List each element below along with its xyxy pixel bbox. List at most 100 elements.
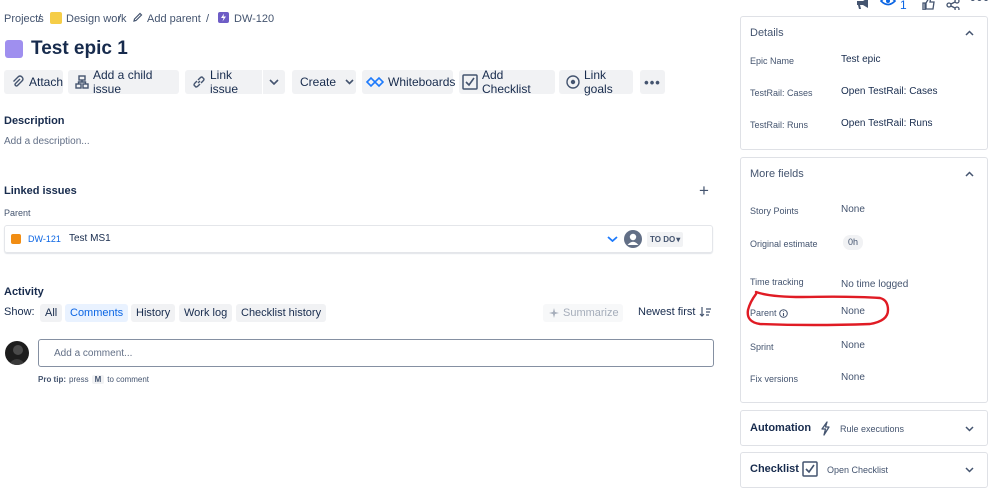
activity-heading: Activity bbox=[4, 286, 44, 298]
show-filter-label: Show: bbox=[4, 306, 35, 318]
issue-type-icon bbox=[11, 234, 21, 244]
original-estimate-value[interactable]: 0h bbox=[843, 235, 864, 250]
share-icon[interactable] bbox=[946, 0, 960, 10]
sort-descending-icon bbox=[699, 307, 712, 317]
breadcrumb-add-parent[interactable]: Add parent bbox=[147, 13, 201, 25]
add-linked-issue-plus-icon[interactable]: + bbox=[699, 182, 709, 199]
linked-issue-row[interactable]: DW-121 Test MS1 TO DO▾ bbox=[4, 225, 713, 253]
description-input[interactable]: Add a description... bbox=[4, 136, 90, 147]
more-fields-panel: More fields Story Points None Original e… bbox=[740, 157, 988, 403]
add-child-issue-button[interactable]: Add a child issue bbox=[68, 68, 179, 96]
add-child-issue-label: Add a child issue bbox=[93, 68, 153, 96]
lightning-bolt-icon bbox=[820, 421, 831, 436]
goal-target-icon bbox=[566, 75, 580, 89]
pro-tip: Pro tip: press M to comment bbox=[38, 375, 149, 384]
add-checklist-button[interactable]: Add Checklist bbox=[459, 68, 555, 96]
child-issue-icon bbox=[75, 75, 89, 89]
testrail-runs-label: TestRail: Runs bbox=[750, 120, 809, 130]
automation-panel[interactable]: Automation Rule executions bbox=[740, 410, 988, 446]
add-checklist-label: Add Checklist bbox=[482, 68, 531, 96]
thumbs-up-icon[interactable] bbox=[922, 0, 935, 10]
more-toolbar-button[interactable]: ••• bbox=[640, 70, 665, 94]
testrail-cases-link[interactable]: Open TestRail: Cases bbox=[841, 86, 938, 97]
attach-label: Attach bbox=[29, 75, 64, 89]
link-issue-dropdown-button[interactable] bbox=[263, 70, 285, 94]
rule-executions-link[interactable]: Rule executions bbox=[840, 424, 904, 434]
tab-history[interactable]: History bbox=[131, 304, 176, 322]
linked-issue-summary[interactable]: Test MS1 bbox=[69, 233, 111, 244]
original-estimate-label: Original estimate bbox=[750, 239, 818, 249]
story-points-value[interactable]: None bbox=[841, 204, 865, 215]
tab-all[interactable]: All bbox=[40, 304, 63, 322]
design-work-project-icon bbox=[50, 12, 62, 24]
assignee-avatar-icon[interactable] bbox=[624, 230, 642, 248]
tab-comments[interactable]: Comments bbox=[65, 304, 129, 322]
open-checklist-link[interactable]: Open Checklist bbox=[827, 465, 888, 475]
link-icon bbox=[192, 75, 206, 89]
tab-work-log[interactable]: Work log bbox=[179, 304, 233, 322]
breadcrumb-issue-key[interactable]: DW-120 bbox=[234, 13, 274, 25]
link-goals-button[interactable]: Link goals bbox=[559, 68, 633, 96]
attach-button[interactable]: Attach bbox=[4, 70, 63, 94]
status-label: TO DO bbox=[650, 235, 676, 244]
link-issue-label: Link issue bbox=[210, 68, 239, 96]
automation-heading: Automation bbox=[750, 422, 812, 434]
testrail-runs-link[interactable]: Open TestRail: Runs bbox=[841, 118, 933, 129]
link-issue-button[interactable]: Link issue bbox=[185, 68, 262, 96]
watch-count[interactable]: 1 bbox=[900, 0, 907, 12]
testrail-runs-value: TestRail: Runs bbox=[868, 118, 933, 129]
linked-issues-heading: Linked issues bbox=[4, 185, 77, 197]
create-label: Create bbox=[300, 75, 337, 89]
red-annotation-circle bbox=[746, 290, 890, 327]
pro-tip-key: M bbox=[91, 375, 105, 384]
testrail-runs-open: Open bbox=[841, 118, 866, 129]
more-dots-icon: ••• bbox=[644, 74, 661, 90]
status-lozenge[interactable]: TO DO▾ bbox=[647, 232, 684, 247]
summarize-button[interactable]: Summarize bbox=[543, 304, 623, 322]
details-heading: Details bbox=[750, 27, 784, 39]
breadcrumb-separator: / bbox=[206, 13, 210, 25]
link-goals-label: Link goals bbox=[584, 68, 613, 96]
breadcrumb-separator: / bbox=[118, 13, 122, 25]
epic-name-value[interactable]: Test epic bbox=[841, 54, 880, 65]
testrail-cases-value: TestRail: Cases bbox=[868, 86, 938, 97]
paperclip-icon bbox=[11, 75, 25, 89]
chevron-down-icon: ▾ bbox=[676, 235, 681, 244]
testrail-cases-open: Open bbox=[841, 86, 866, 97]
pro-tip-prefix: Pro tip: bbox=[38, 375, 66, 384]
fix-versions-value[interactable]: None bbox=[841, 372, 865, 383]
testrail-cases-label: TestRail: Cases bbox=[750, 88, 813, 98]
summarize-label: Summarize bbox=[563, 307, 619, 319]
whiteboards-button[interactable]: Whiteboards bbox=[362, 70, 456, 94]
pencil-icon bbox=[132, 12, 143, 23]
comment-placeholder: Add a comment... bbox=[54, 348, 133, 359]
whiteboards-label: Whiteboards bbox=[388, 75, 456, 89]
chevron-up-icon bbox=[965, 30, 974, 36]
sort-order-label: Newest first bbox=[638, 306, 696, 318]
checkbox-icon bbox=[802, 461, 818, 477]
epic-lightning-icon bbox=[218, 12, 229, 23]
sort-order-button[interactable]: Newest first bbox=[638, 306, 712, 318]
more-fields-heading: More fields bbox=[750, 168, 804, 180]
epic-color-swatch bbox=[5, 40, 23, 58]
chevron-down-icon bbox=[345, 79, 354, 85]
issue-title[interactable]: Test epic 1 bbox=[31, 38, 128, 60]
watch-eye-icon[interactable] bbox=[880, 0, 896, 9]
sprint-value[interactable]: None bbox=[841, 340, 865, 351]
comment-input[interactable]: Add a comment... bbox=[38, 339, 714, 367]
whiteboards-icon bbox=[366, 76, 384, 88]
linked-issue-key[interactable]: DW-121 bbox=[28, 234, 61, 244]
parent-link-type-label: Parent bbox=[4, 208, 31, 218]
create-button[interactable]: Create bbox=[292, 70, 356, 94]
feedback-megaphone-icon[interactable] bbox=[856, 0, 870, 10]
issue-header-actions: 1 ••• bbox=[854, 0, 999, 12]
tab-checklist-history[interactable]: Checklist history bbox=[236, 304, 327, 322]
checklist-panel[interactable]: Checklist Open Checklist bbox=[740, 452, 988, 488]
user-avatar bbox=[5, 341, 29, 365]
details-panel-header[interactable]: Details bbox=[741, 17, 987, 49]
priority-chevron-icon bbox=[607, 236, 618, 242]
more-actions-icon[interactable]: ••• bbox=[970, 0, 990, 9]
time-tracking-label: Time tracking bbox=[750, 277, 804, 287]
more-fields-panel-header[interactable]: More fields bbox=[741, 158, 987, 190]
breadcrumb-separator: / bbox=[38, 13, 42, 25]
